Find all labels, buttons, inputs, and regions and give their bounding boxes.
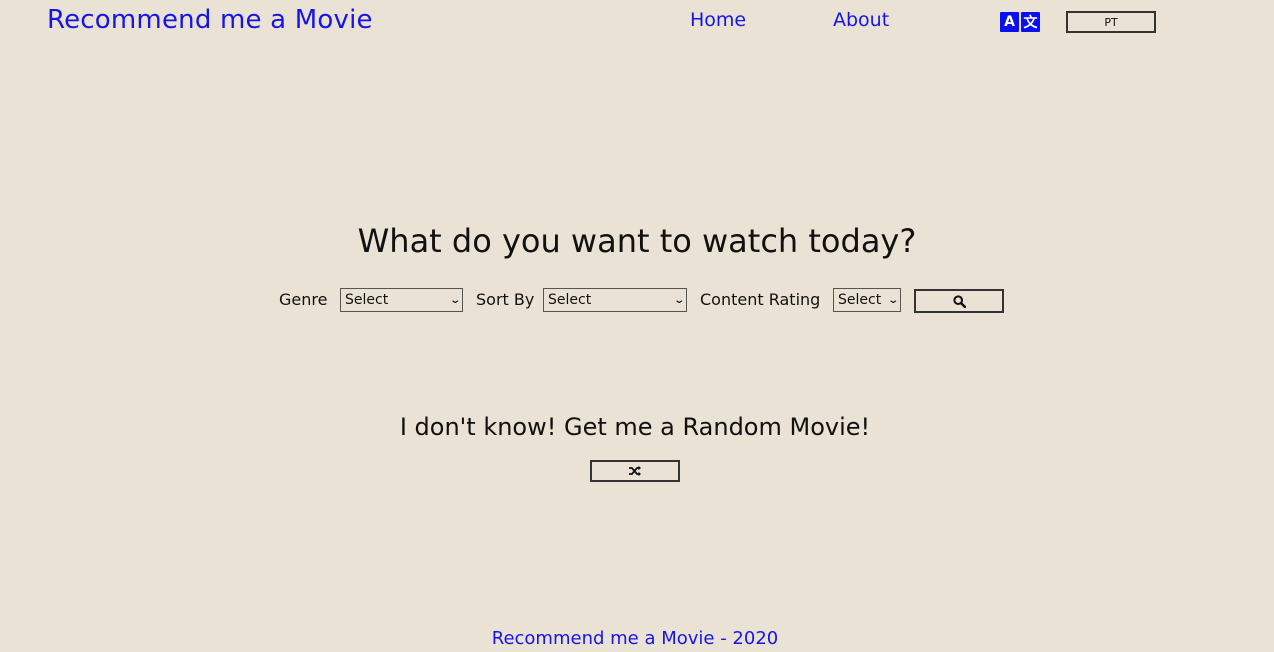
shuffle-icon: [629, 465, 641, 477]
brand-link[interactable]: Recommend me a Movie: [47, 5, 373, 35]
translate-icon-latin: A: [1000, 12, 1019, 32]
translate-icon: A 文: [1000, 12, 1040, 32]
genre-select[interactable]: Select ⌄: [340, 288, 463, 312]
translate-icon-cjk: 文: [1021, 12, 1040, 32]
page-heading: What do you want to watch today?: [357, 222, 917, 260]
nav-about-link[interactable]: About: [833, 9, 889, 31]
sort-by-label: Sort By: [476, 290, 535, 309]
language-toggle-button[interactable]: PT: [1066, 11, 1156, 33]
genre-label: Genre: [279, 290, 328, 309]
random-movie-button[interactable]: [590, 460, 680, 482]
nav-home-link[interactable]: Home: [690, 9, 746, 31]
search-icon: [952, 294, 966, 308]
chevron-down-icon: ⌄: [886, 294, 899, 306]
search-button[interactable]: [914, 289, 1004, 313]
content-rating-select[interactable]: Select ⌄: [833, 288, 901, 312]
sort-by-select[interactable]: Select ⌄: [543, 288, 687, 312]
content-rating-label: Content Rating: [700, 290, 821, 309]
genre-select-value: Select: [345, 292, 389, 308]
random-movie-heading: I don't know! Get me a Random Movie!: [399, 413, 871, 441]
chevron-down-icon: ⌄: [448, 294, 461, 306]
sort-by-select-value: Select: [548, 292, 592, 308]
footer-text[interactable]: Recommend me a Movie - 2020: [0, 628, 1270, 649]
chevron-down-icon: ⌄: [672, 294, 685, 306]
content-rating-select-value: Select: [838, 292, 882, 308]
